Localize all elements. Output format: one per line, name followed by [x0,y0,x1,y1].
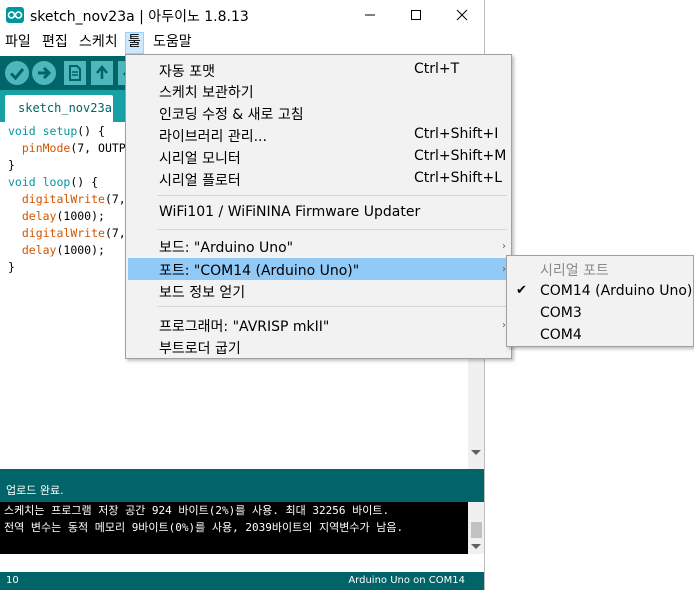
checkmark-icon: ✔ [516,283,527,298]
menu-file[interactable]: 파일 [3,32,33,54]
console-output: 스케치는 프로그램 저장 공간 924 바이트(2%)를 사용. 최대 3225… [0,502,484,554]
port-submenu: 시리얼 포트 ✔ COM14 (Arduino Uno) COM3 COM4 [506,255,694,347]
verify-button[interactable] [5,61,29,85]
console-scrollbar[interactable] [468,502,484,554]
code-line: delay(1000); [21,243,105,257]
code-line: } [8,260,15,274]
menu-sketch[interactable]: 스케치 [77,32,120,54]
menu-item-fix-encoding[interactable]: 인코딩 수정 & 새로 고침 [128,102,509,124]
code-line: delay(1000); [21,209,105,223]
code-line: } [8,158,15,172]
new-icon [69,65,81,81]
port-item-com3[interactable]: COM3 [509,303,693,325]
menu-item-manage-libraries[interactable]: 라이브러리 관리... Ctrl+Shift+I [128,124,509,146]
board-port-info: Arduino Uno on COM14 [348,575,465,586]
scroll-thumb[interactable] [471,522,482,538]
code-line: void setup() { [8,124,105,138]
tools-menu: 자동 포맷 Ctrl+T 스케치 보관하기 인코딩 수정 & 새로 고침 라이브러… [125,54,512,359]
menu-item-serial-monitor[interactable]: 시리얼 모니터 Ctrl+Shift+M [128,146,509,168]
title-bar[interactable]: sketch_nov23a | 아두이노 1.8.13 [0,0,484,30]
menu-item-board[interactable]: 보드: "Arduino Uno" › [128,235,509,257]
submenu-header-serial-ports: 시리얼 포트 [540,263,609,279]
menu-tools[interactable]: 툴 [125,32,144,54]
scroll-down-icon[interactable] [471,544,481,549]
menu-item-firmware-updater[interactable]: WiFi101 / WiFiNINA Firmware Updater [128,202,509,224]
scroll-down-icon[interactable] [471,450,481,455]
status-message: 업로드 완료. [6,484,64,497]
menu-item-archive-sketch[interactable]: 스케치 보관하기 [128,80,509,102]
open-icon [96,65,108,79]
menu-item-port[interactable]: 포트: "COM14 (Arduino Uno)" › [128,258,509,280]
code-line: digitalWrite(7, [21,226,126,240]
menu-separator [157,195,507,196]
upload-icon [38,66,52,80]
window-title: sketch_nov23a | 아두이노 1.8.13 [30,9,249,25]
close-button[interactable] [439,0,484,30]
menu-item-programmer[interactable]: 프로그래머: "AVRISP mkII" › [128,314,509,336]
line-number: 10 [6,575,19,586]
code-line: digitalWrite(7, [21,192,126,206]
code-line: void loop() { [8,175,99,189]
console-line: 스케치는 프로그램 저장 공간 924 바이트(2%)를 사용. 최대 3225… [4,504,390,517]
menu-item-serial-plotter[interactable]: 시리얼 플로터 Ctrl+Shift+L [128,168,509,190]
open-sketch-button[interactable] [91,61,113,85]
menu-help[interactable]: 도움말 [151,32,194,54]
port-item-com14[interactable]: ✔ COM14 (Arduino Uno) [509,281,693,303]
minimize-button[interactable] [347,0,393,30]
menu-item-burn-bootloader[interactable]: 부트로더 굽기 [128,336,509,358]
menu-separator [157,306,507,307]
upload-button[interactable] [32,61,56,85]
menu-item-auto-format[interactable]: 자동 포맷 Ctrl+T [128,59,509,81]
tab-sketch[interactable]: sketch_nov23a [5,95,113,122]
console-line: 전역 변수는 동적 메모리 9바이트(0%)를 사용, 2039바이트의 지역변… [4,521,404,534]
code-line: pinMode(7, OUTP [21,141,126,155]
status-bar: 업로드 완료. [0,469,484,502]
chevron-right-icon: › [502,241,506,252]
port-item-com4[interactable]: COM4 [509,325,693,347]
new-sketch-button[interactable] [64,61,86,85]
footer-bar: 10 Arduino Uno on COM14 [0,572,484,590]
arduino-logo-icon [6,7,24,23]
menu-bar: 파일 편집 스케치 툴 도움말 [0,30,484,54]
maximize-button[interactable] [393,0,439,30]
verify-icon [9,68,25,81]
menu-item-board-info[interactable]: 보드 정보 얻기 [128,280,509,302]
menu-edit[interactable]: 편집 [40,32,70,54]
menu-separator [157,229,507,230]
